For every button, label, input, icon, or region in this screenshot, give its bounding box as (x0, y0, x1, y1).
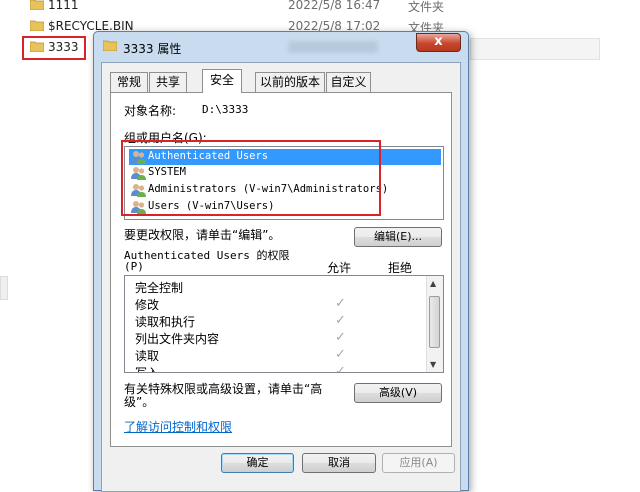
apply-button[interactable]: 应用(A) (382, 453, 455, 473)
permissions-list[interactable]: 完全控制 修改 ✓ 读取和执行 ✓ 列出文件夹内容 ✓ 读取 ✓ 写入 ✓ ▲ … (124, 275, 444, 373)
allow-check-icon: ✓ (335, 364, 346, 373)
permission-row: 读取 ✓ (135, 347, 425, 364)
perm-heading: Authenticated Users 的权限 (124, 249, 290, 262)
permission-row: 读取和执行 ✓ (135, 313, 425, 330)
edit-button[interactable]: 编辑(E)... (354, 227, 442, 247)
permission-row: 修改 ✓ (135, 296, 425, 313)
file-date: 2022/5/8 16:47 (288, 0, 381, 12)
learn-access-control-link[interactable]: 了解访问控制和权限 (124, 418, 232, 435)
scroll-down-icon[interactable]: ▼ (430, 360, 436, 369)
tab-previous-versions[interactable]: 以前的版本 (255, 72, 325, 92)
close-button[interactable]: x (416, 33, 461, 52)
cancel-button[interactable]: 取消 (302, 453, 376, 473)
title-blur (288, 41, 378, 53)
file-row[interactable]: 1111 2022/5/8 16:47 文件夹 (0, 0, 640, 16)
allow-check-icon: ✓ (335, 330, 346, 345)
change-hint: 要更改权限，请单击“编辑”。 (124, 228, 281, 242)
dialog-title: 3333 属性 (123, 42, 182, 56)
dialog-client: 常规 共享 安全 以前的版本 自定义 对象名称: D:\3333 组或用户名(G… (101, 62, 461, 492)
tab-sharing[interactable]: 共享 (149, 72, 187, 92)
deny-header: 拒绝 (388, 261, 413, 275)
folder-icon (30, 0, 44, 10)
background-bar (470, 38, 600, 60)
permission-name: 完全控制 (135, 281, 184, 295)
allow-check-icon: ✓ (335, 347, 346, 362)
allow-check-icon: ✓ (335, 313, 346, 328)
permission-name: 修改 (135, 298, 160, 312)
tab-customize[interactable]: 自定义 (326, 72, 371, 92)
permissions-scrollbar[interactable]: ▲ ▼ (426, 276, 443, 372)
permission-row: 写入 ✓ (135, 364, 425, 373)
permission-name: 读取 (135, 349, 160, 363)
title-bar[interactable]: 3333 属性 x (94, 32, 468, 62)
file-type: 文件夹 (408, 0, 445, 14)
advanced-hint-cont: 级”。 (124, 395, 155, 409)
user-list-highlight-box (121, 140, 381, 216)
properties-dialog: 3333 属性 x 常规 共享 安全 以前的版本 自定义 对象名称: D:\33… (93, 31, 469, 492)
scroll-up-icon[interactable]: ▲ (430, 279, 436, 288)
permission-name: 读取和执行 (135, 315, 196, 329)
allow-header: 允许 (327, 261, 352, 275)
object-name-value: D:\3333 (202, 103, 249, 116)
permission-name: 写入 (135, 366, 160, 373)
folder-icon (30, 20, 44, 31)
permission-row: 列出文件夹内容 ✓ (135, 330, 425, 347)
file-name: 1111 (48, 0, 79, 12)
folder-icon (103, 40, 117, 51)
permission-name: 列出文件夹内容 (135, 332, 220, 346)
scroll-thumb[interactable] (429, 296, 440, 348)
tab-general[interactable]: 常规 (110, 72, 148, 92)
perm-heading-accel: (P) (124, 260, 144, 273)
highlight-box (22, 36, 86, 60)
scroll-edge (0, 276, 8, 300)
tab-security[interactable]: 安全 (202, 69, 242, 93)
allow-check-icon: ✓ (335, 296, 346, 311)
ok-button[interactable]: 确定 (221, 453, 294, 473)
advanced-button[interactable]: 高级(V) (354, 383, 442, 403)
permission-row: 完全控制 (135, 279, 425, 296)
object-name-label: 对象名称: (124, 104, 177, 118)
